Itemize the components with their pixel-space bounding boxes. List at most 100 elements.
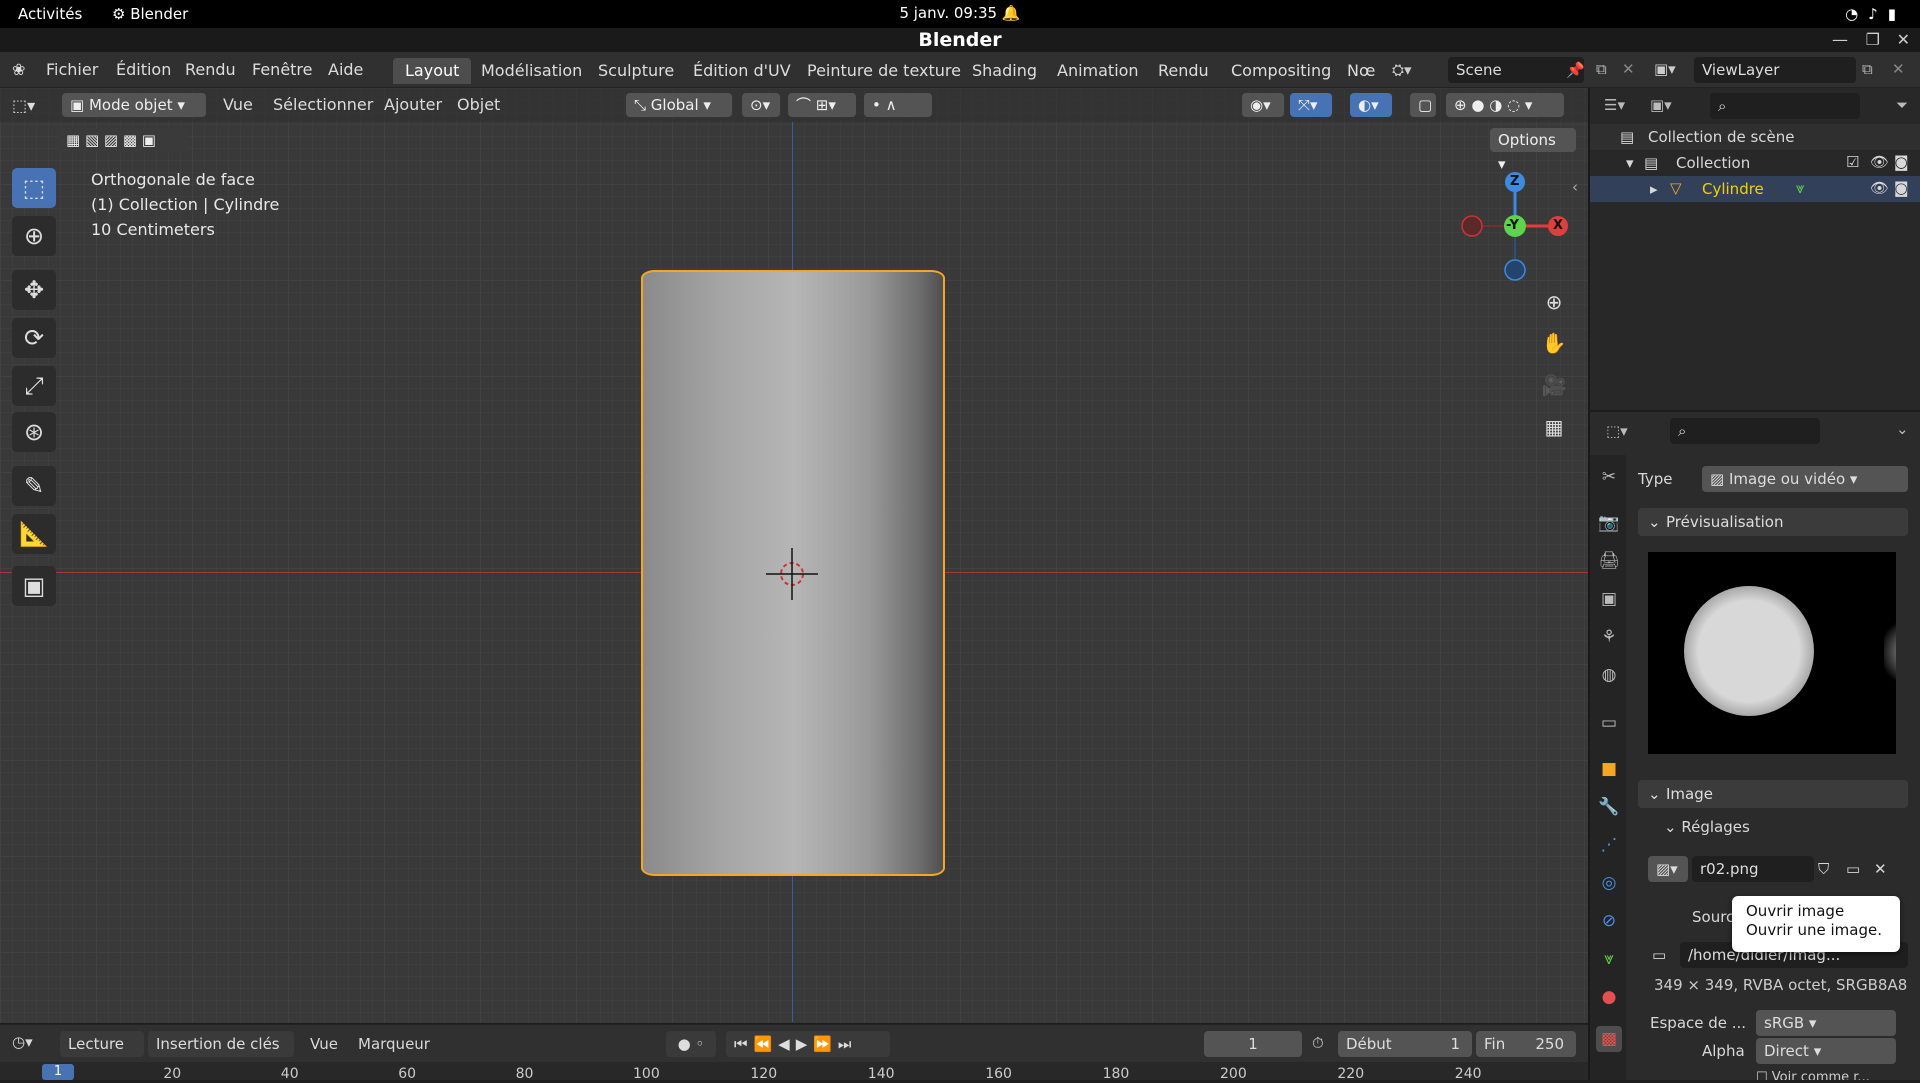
blender-logo-icon[interactable]: ❀ xyxy=(12,60,25,79)
pivot-select[interactable]: ⊙▾ xyxy=(742,93,780,117)
new-viewlayer-icon[interactable]: ⧉ xyxy=(1862,60,1873,78)
minimize-button[interactable]: — xyxy=(1832,28,1848,52)
menu-selectionner[interactable]: Sélectionner xyxy=(273,93,373,117)
shading-modes[interactable]: ⊕ ● ◑ ◌ ▾ xyxy=(1446,93,1564,117)
timeline-editor-icon[interactable]: ◷▾ xyxy=(12,1033,33,1051)
viewlayer-field[interactable]: ViewLayer xyxy=(1694,57,1856,83)
add-cube-tool[interactable]: ▣ xyxy=(12,566,56,606)
world-tab-icon[interactable]: ◍ xyxy=(1596,662,1622,688)
tab-edition-uv[interactable]: Édition d'UV xyxy=(681,58,803,84)
camera-render-icon[interactable]: ◙ xyxy=(1894,179,1909,197)
colorspace-select[interactable]: sRGB ▾ xyxy=(1756,1010,1896,1036)
mesh-data-icon[interactable]: ⩔ xyxy=(1796,179,1804,197)
image-browse-button[interactable]: ▨▾ xyxy=(1648,856,1688,882)
visibility-select[interactable]: ◉▾ xyxy=(1242,93,1284,117)
checkbox-icon[interactable]: ☑ xyxy=(1846,153,1859,171)
playback-menu[interactable]: Lecture ▾ xyxy=(60,1031,144,1079)
pan-hand-icon[interactable]: ✋ xyxy=(1537,326,1571,360)
playback-controls[interactable]: ⏮⏪◀▶⏩⏭ xyxy=(726,1031,890,1057)
view-as-checkbox[interactable]: ☐ Voir comme r... xyxy=(1756,1070,1870,1080)
filter-icon[interactable]: ⏷ xyxy=(1896,96,1908,114)
tool-tab-icon[interactable]: ✂ xyxy=(1596,464,1622,490)
delete-viewlayer-icon[interactable]: ✕ xyxy=(1892,60,1905,78)
expand-arrow-icon[interactable]: ▾ xyxy=(1626,154,1634,172)
particles-tab-icon[interactable]: ⋰ xyxy=(1596,832,1622,858)
menu-edition[interactable]: Édition xyxy=(116,60,171,79)
tab-noeuds[interactable]: Nœ xyxy=(1335,58,1387,84)
current-frame-field[interactable]: 1 xyxy=(1204,1031,1302,1057)
expand-arrow-icon[interactable]: ▸ xyxy=(1650,180,1658,198)
gizmo-toggle[interactable]: ⤧▾ xyxy=(1290,93,1332,117)
editor-type-icon[interactable]: ⬚▾ xyxy=(12,94,35,118)
close-window-button[interactable]: ✕ xyxy=(1897,28,1910,52)
output-tab-icon[interactable]: 🖨 xyxy=(1596,548,1622,574)
image-name-field[interactable]: r02.png xyxy=(1692,856,1814,882)
render-tab-icon[interactable]: 📷 xyxy=(1596,510,1622,536)
tab-modelisation[interactable]: Modélisation xyxy=(469,58,594,84)
outliner-row[interactable]: ▸ ▽ Cylindre ⩔ 👁 ◙ xyxy=(1590,176,1920,202)
menu-rendu[interactable]: Rendu xyxy=(185,60,236,79)
display-mode-icon[interactable]: ▣▾ xyxy=(1650,96,1672,114)
camera-icon[interactable]: 🎥 xyxy=(1537,368,1571,402)
overlay-toggle[interactable]: ◐▾ xyxy=(1350,93,1392,117)
tab-compositing[interactable]: Compositing xyxy=(1219,58,1343,84)
clock[interactable]: 5 janv. 09:35 🔔 xyxy=(0,4,1920,22)
camera-render-icon[interactable]: ◙ xyxy=(1894,153,1909,171)
menu-aide[interactable]: Aide xyxy=(328,60,363,79)
outliner-editor-icon[interactable]: ☰▾ xyxy=(1604,96,1625,114)
outliner-row[interactable]: ▤ Collection de scène xyxy=(1590,124,1920,150)
object-tab-icon[interactable]: ■ xyxy=(1596,756,1622,782)
file-icon[interactable]: ▭ xyxy=(1652,946,1666,964)
outliner-row[interactable]: ▾ ▤ Collection ☑ 👁 ◙ xyxy=(1590,150,1920,176)
stopwatch-icon[interactable]: ⏱ xyxy=(1312,1034,1324,1052)
scene-tab-icon[interactable]: ⚘ xyxy=(1596,624,1622,650)
grid-view-icon[interactable]: ▦ xyxy=(1537,410,1571,444)
open-image-icon[interactable]: ▭ xyxy=(1846,860,1860,878)
type-select[interactable]: ▨ Image ou vidéo ▾ xyxy=(1702,466,1908,492)
menu-vue[interactable]: Vue xyxy=(223,93,253,117)
xray-toggle[interactable]: ▢ xyxy=(1410,93,1436,117)
options-button[interactable]: Options ▾ xyxy=(1490,128,1576,173)
cursor-tool[interactable]: ⊕ xyxy=(12,216,56,256)
orientation-select[interactable]: ⤡ Global ▾ xyxy=(626,93,732,117)
snap-select[interactable]: ⌒ ⊞▾ xyxy=(788,93,856,117)
tab-peinture-texture[interactable]: Peinture de texture xyxy=(795,58,973,84)
system-tray[interactable]: ◔♪▮ xyxy=(1845,5,1906,23)
start-frame-field[interactable]: Début 1 xyxy=(1338,1031,1472,1057)
eye-icon[interactable]: 👁 xyxy=(1870,153,1889,171)
select-mode-buttons[interactable]: ▦ ▧ ▨ ▩ ▣ xyxy=(58,128,188,152)
record-button[interactable]: ● ◦ xyxy=(666,1031,716,1057)
new-scene-icon[interactable]: ⧉ xyxy=(1596,60,1607,78)
move-tool[interactable]: ✥ xyxy=(12,270,56,310)
zoom-icon[interactable]: ⊕ xyxy=(1537,285,1571,319)
menu-fichier[interactable]: Fichier xyxy=(46,60,98,79)
material-tab-icon[interactable]: ● xyxy=(1596,984,1622,1010)
tab-rendu[interactable]: Rendu xyxy=(1146,58,1221,84)
scale-tool[interactable]: ⤢ xyxy=(12,366,56,406)
image-panel-header[interactable]: ⌄ Image xyxy=(1638,780,1908,808)
view-layer-tab-icon[interactable]: ▣ xyxy=(1596,586,1622,612)
unlink-icon[interactable]: ✕ xyxy=(1874,860,1887,878)
tab-sculpture[interactable]: Sculpture xyxy=(586,58,686,84)
playhead[interactable]: 1 xyxy=(42,1064,74,1080)
eye-icon[interactable]: 👁 xyxy=(1870,179,1889,197)
maximize-button[interactable]: ❐ xyxy=(1866,28,1880,52)
select-box-tool[interactable]: ⬚ xyxy=(12,168,56,208)
delete-scene-icon[interactable]: ✕ xyxy=(1622,60,1635,78)
collection-tab-icon[interactable]: ▭ xyxy=(1596,710,1622,736)
proportional-edit[interactable]: • ∧ xyxy=(864,93,932,117)
transform-tool[interactable]: ⊛ xyxy=(12,412,56,452)
modifier-tab-icon[interactable]: 🔧 xyxy=(1596,794,1622,820)
viewlayer-icon[interactable]: ▣▾ xyxy=(1654,60,1676,78)
timeline-marker-menu[interactable]: Marqueur xyxy=(358,1035,430,1053)
measure-tool[interactable]: 📐 xyxy=(12,514,56,554)
properties-search[interactable]: ⌕ xyxy=(1670,418,1820,444)
scene-icon[interactable]: ⛭▾ xyxy=(1392,61,1412,79)
annotate-tool[interactable]: ✎ xyxy=(12,466,56,506)
sidebar-toggle-icon[interactable]: ‹ xyxy=(1572,178,1578,196)
preview-panel-header[interactable]: ⌄ Prévisualisation xyxy=(1638,508,1908,536)
alpha-select[interactable]: Direct ▾ xyxy=(1756,1038,1896,1064)
texture-tab-icon[interactable]: ▩ xyxy=(1596,1026,1622,1052)
rotate-tool[interactable]: ⟳ xyxy=(12,318,56,358)
fake-user-icon[interactable]: ⛉ xyxy=(1818,860,1829,878)
